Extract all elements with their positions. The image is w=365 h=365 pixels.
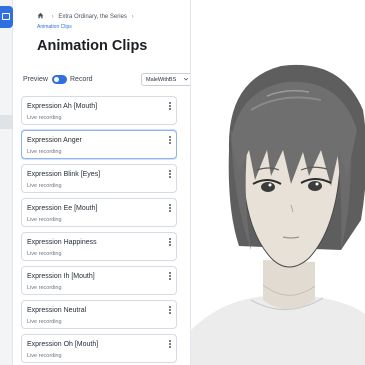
clip-card[interactable]: Expression Ih [Mouth] Live recording [21, 266, 177, 295]
chevron-right-icon: › [131, 14, 134, 20]
clip-status: Live recording [27, 285, 62, 291]
page-title: Animation Clips [37, 38, 148, 54]
clip-name: Expression Ah [Mouth] [27, 103, 98, 110]
home-icon[interactable] [37, 12, 44, 19]
clip-name: Expression Ih [Mouth] [27, 273, 95, 280]
kebab-menu-icon[interactable] [168, 306, 172, 315]
chevron-right-icon: › [51, 14, 54, 20]
clip-status: Live recording [27, 251, 62, 257]
kebab-menu-icon[interactable] [168, 238, 172, 247]
clip-name: Expression Blink [Eyes] [27, 171, 101, 178]
clip-card[interactable]: Expression Oh [Mouth] Live recording [21, 334, 177, 363]
clip-name: Expression Anger [27, 137, 82, 144]
clip-card[interactable]: Expression Ee [Mouth] Live recording [21, 198, 177, 227]
kebab-menu-icon[interactable] [168, 204, 172, 213]
clip-card[interactable]: Expression Anger Live recording [21, 130, 177, 159]
record-label[interactable]: Record [70, 76, 93, 83]
avatar-viewport[interactable] [190, 0, 365, 365]
clip-name: Expression Happiness [27, 239, 97, 246]
clips-panel: › Extra Ordinary, the Series › Animation… [13, 0, 201, 365]
kebab-menu-icon[interactable] [168, 102, 172, 111]
clip-card[interactable]: Expression Blink [Eyes] Live recording [21, 164, 177, 193]
preview-record-toggle[interactable] [52, 75, 67, 84]
clip-name: Expression Oh [Mouth] [27, 341, 99, 348]
toolbar: Preview Record MaleWithBS [23, 73, 193, 87]
kebab-menu-icon[interactable] [168, 340, 172, 349]
breadcrumb-current[interactable]: Animation Clips [37, 24, 72, 30]
avatar-preview [191, 65, 365, 365]
clip-status: Live recording [27, 183, 62, 189]
nav-rail-active-item[interactable] [0, 115, 13, 129]
app-logo-icon[interactable] [0, 6, 13, 28]
clip-name: Expression Ee [Mouth] [27, 205, 98, 212]
clip-status: Live recording [27, 217, 62, 223]
clip-card[interactable]: Expression Happiness Live recording [21, 232, 177, 261]
breadcrumb: › Extra Ordinary, the Series › [37, 12, 137, 20]
clip-card[interactable]: Expression Neutral Live recording [21, 300, 177, 329]
chevron-down-icon [183, 77, 189, 81]
kebab-menu-icon[interactable] [168, 170, 172, 179]
clip-status: Live recording [27, 115, 62, 121]
clip-list: Expression Ah [Mouth] Live recording Expre… [21, 96, 177, 365]
kebab-menu-icon[interactable] [168, 272, 172, 281]
kebab-menu-icon[interactable] [168, 136, 172, 145]
clip-name: Expression Neutral [27, 307, 87, 314]
model-select[interactable]: MaleWithBS [141, 73, 193, 86]
clip-status: Live recording [27, 149, 62, 155]
breadcrumb-item-series[interactable]: Extra Ordinary, the Series [58, 14, 127, 20]
clip-card[interactable]: Expression Ah [Mouth] Live recording [21, 96, 177, 125]
model-select-value: MaleWithBS [146, 77, 177, 83]
nav-rail [0, 0, 13, 365]
clip-status: Live recording [27, 319, 62, 325]
preview-label[interactable]: Preview [23, 76, 48, 83]
clip-status: Live recording [27, 353, 62, 359]
